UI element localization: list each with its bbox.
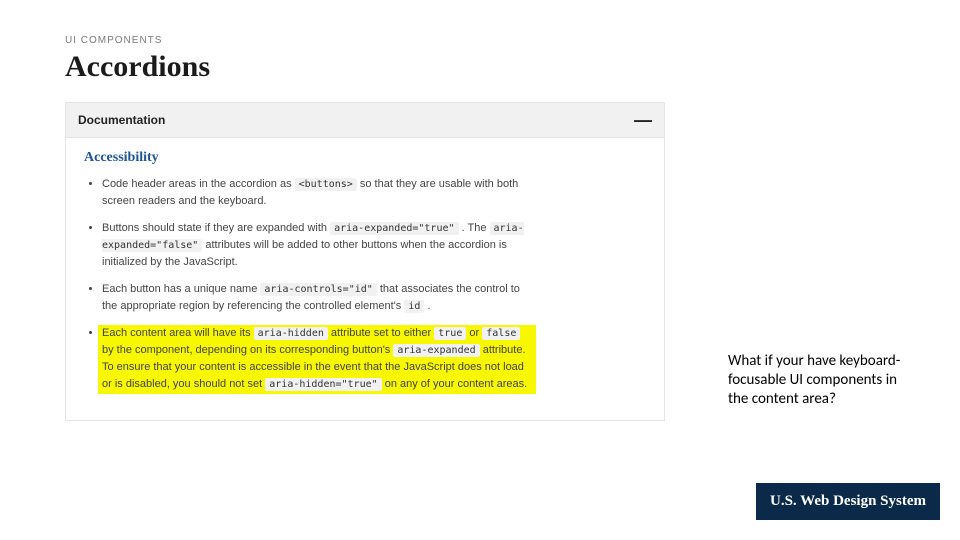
- section-heading: Accessibility: [84, 150, 646, 166]
- inline-code: aria-hidden: [254, 327, 328, 340]
- inline-code: true: [434, 327, 466, 340]
- inline-code: aria-expanded: [393, 344, 479, 357]
- inline-code: aria-expanded="false": [102, 222, 524, 252]
- accessibility-list: Code header areas in the accordion as <b…: [84, 176, 646, 394]
- documentation-card: UI COMPONENTS Accordions Documentation —…: [65, 35, 665, 421]
- accordion-header[interactable]: Documentation —: [65, 102, 665, 138]
- list-item: Buttons should state if they are expande…: [102, 220, 532, 271]
- inline-code: id: [404, 300, 424, 313]
- inline-code: aria-controls="id": [260, 283, 376, 296]
- inline-code: false: [482, 327, 520, 340]
- eyebrow-label: UI COMPONENTS: [65, 35, 665, 46]
- accordion-header-label: Documentation: [78, 113, 165, 127]
- list-item: Code header areas in the accordion as <b…: [102, 176, 532, 210]
- accordion-panel: Accessibility Code header areas in the a…: [65, 138, 665, 421]
- list-item: Each button has a unique name aria-contr…: [102, 281, 532, 315]
- inline-code: aria-hidden="true": [265, 378, 381, 391]
- presenter-annotation: What if your have keyboard-focusable UI …: [728, 352, 918, 408]
- list-item: Each content area will have its aria-hid…: [102, 325, 532, 393]
- collapse-icon[interactable]: —: [634, 111, 652, 129]
- footer-badge: U.S. Web Design System: [756, 483, 940, 520]
- inline-code: <buttons>: [295, 178, 357, 191]
- inline-code: aria-expanded="true": [330, 222, 458, 235]
- page-title: Accordions: [65, 50, 665, 84]
